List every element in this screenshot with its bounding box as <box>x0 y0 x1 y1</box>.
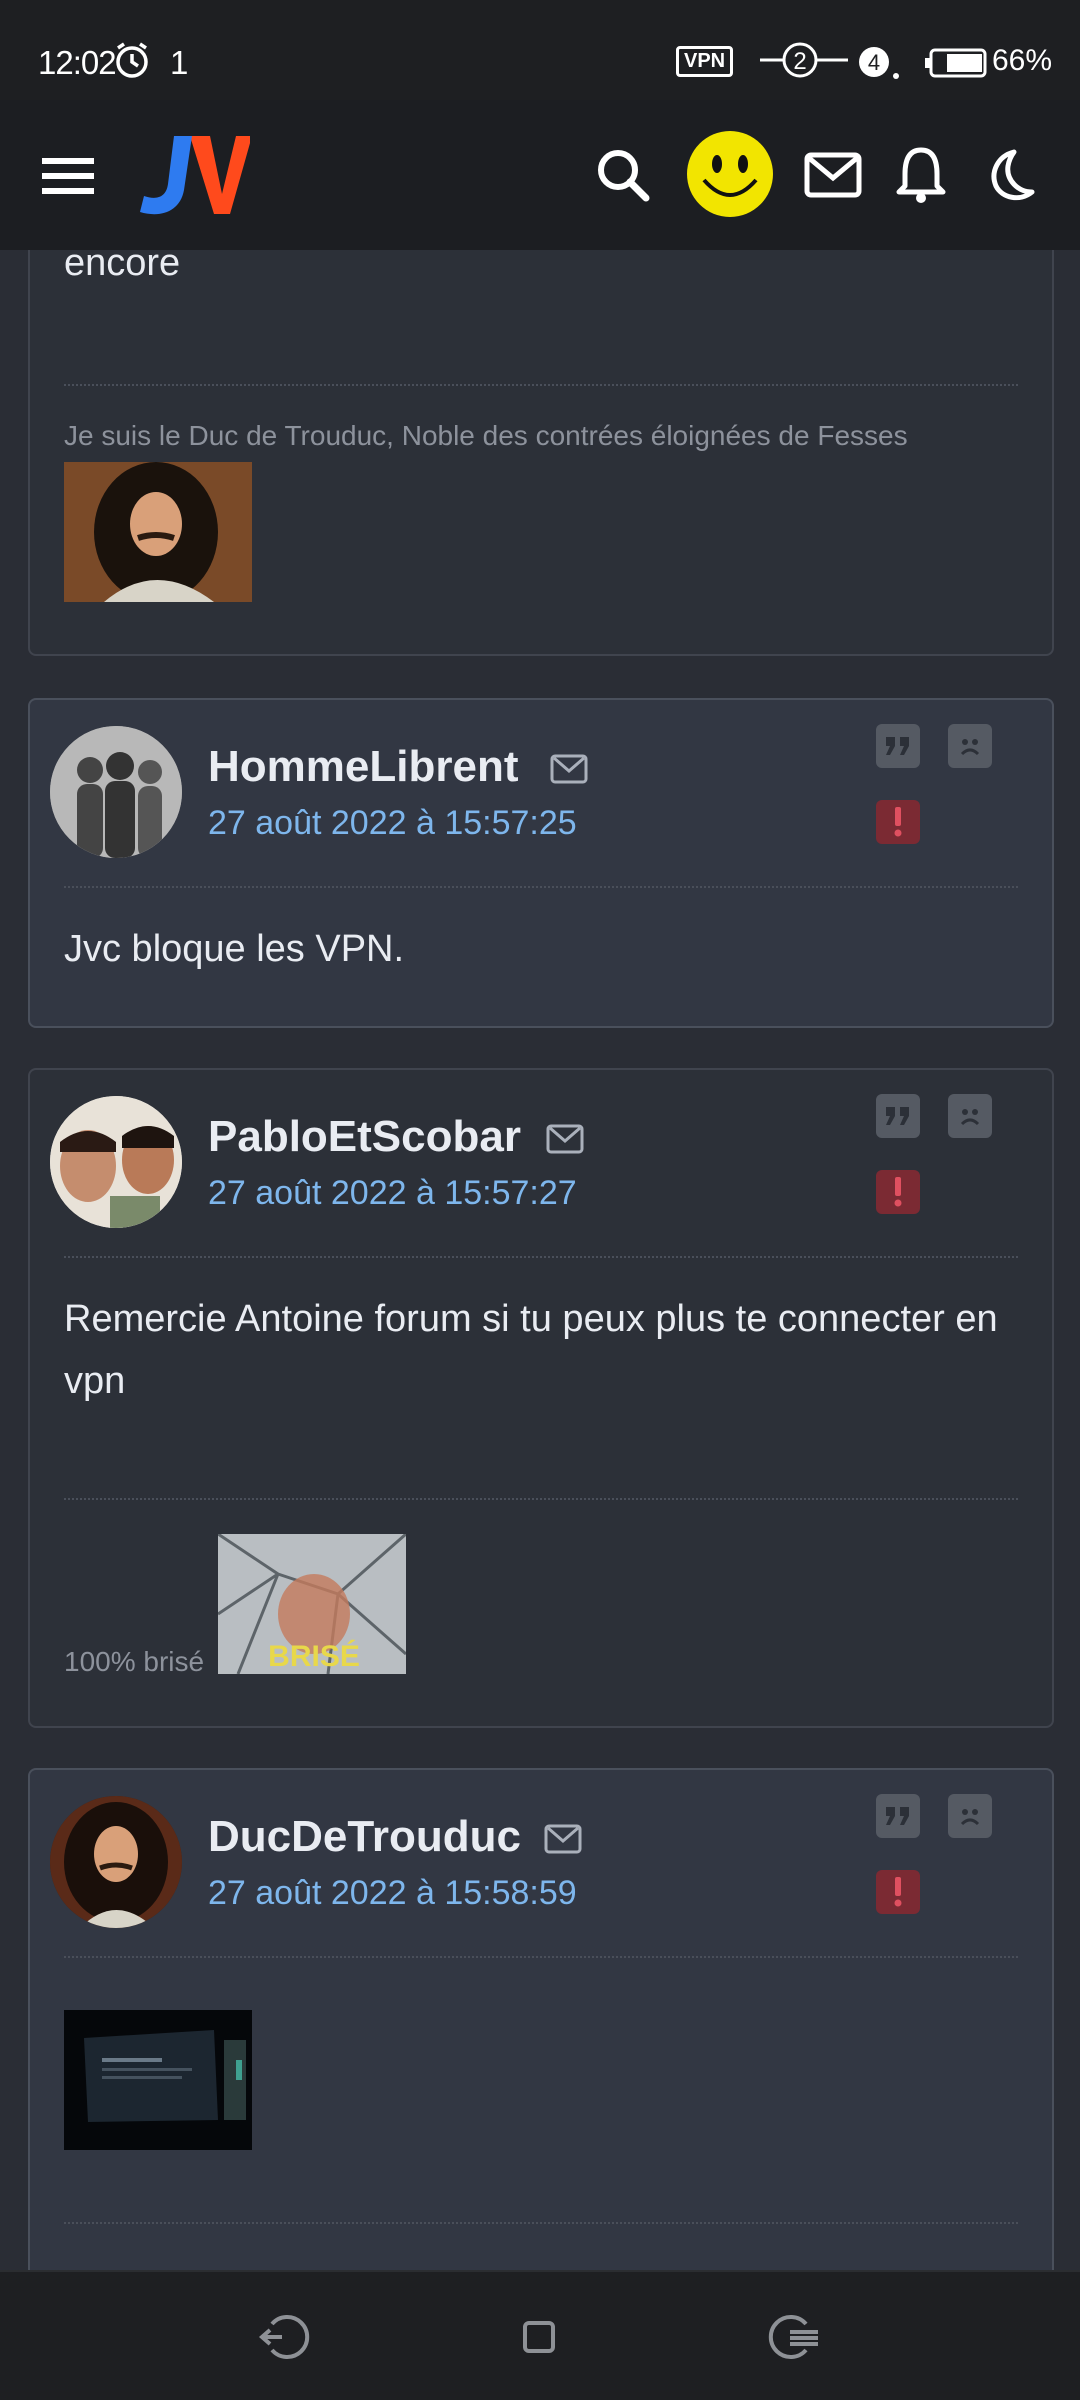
sad-face-icon <box>960 739 980 756</box>
report-button[interactable] <box>876 1870 920 1914</box>
header-divider <box>64 1956 1018 1958</box>
username[interactable]: HommeLibrent <box>208 742 518 792</box>
mail-icon[interactable] <box>804 152 862 198</box>
quote-button[interactable] <box>876 724 920 768</box>
alert-icon <box>894 807 902 837</box>
avatar[interactable] <box>50 1796 182 1928</box>
quote-button[interactable] <box>876 1794 920 1838</box>
signal-icon: 4 <box>859 47 899 79</box>
back-icon[interactable] <box>258 2312 314 2362</box>
alarm-icon <box>116 42 148 78</box>
report-button[interactable] <box>876 800 920 844</box>
battery-icon <box>925 48 987 78</box>
signature-text: 100% brisé <box>64 1646 205 1677</box>
message-text: Jvc bloque les VPN. <box>64 928 405 970</box>
message-date[interactable]: 27 août 2022 à 15:57:25 <box>208 804 577 843</box>
quote-icon <box>886 1107 909 1125</box>
sim-slot-number: 2 <box>793 48 806 75</box>
status-bar: 12:02 1 VPN 2 4 66% <box>0 0 1080 100</box>
broken-glass-caption: BRISÉ <box>268 1639 360 1673</box>
message-card: encore Je suis le Duc de Trouduc, Noble … <box>28 250 1054 656</box>
report-button[interactable] <box>876 1170 920 1214</box>
sim-slot-icon: 2 <box>760 42 848 78</box>
signal-number: 4 <box>868 50 880 75</box>
signature-image[interactable]: BRISÉ <box>218 1534 406 1674</box>
message-card: DucDeTrouduc 27 août 2022 à 15:58:59 <box>28 1768 1054 2270</box>
ignore-button[interactable] <box>948 724 992 768</box>
status-time: 12:02 <box>38 44 117 81</box>
message-date[interactable]: 27 août 2022 à 15:57:27 <box>208 1174 577 1213</box>
broken-glass-image: BRISÉ <box>218 1534 406 1674</box>
avatar-image <box>50 726 182 858</box>
quote-button[interactable] <box>876 1094 920 1138</box>
quote-icon <box>886 1807 909 1825</box>
vpn-badge: VPN <box>676 46 734 77</box>
topic-messages[interactable]: encore Je suis le Duc de Trouduc, Noble … <box>0 250 1080 2270</box>
avatar-image <box>50 1796 182 1928</box>
username[interactable]: PabloEtScobar <box>208 1112 521 1162</box>
moon-icon[interactable] <box>984 148 1036 202</box>
message-date[interactable]: 27 août 2022 à 15:58:59 <box>208 1874 577 1913</box>
ignore-button[interactable] <box>948 1094 992 1138</box>
alert-icon <box>894 1877 902 1907</box>
avatar[interactable] <box>50 1096 182 1228</box>
avatar-image <box>50 1096 182 1228</box>
signature-image[interactable] <box>64 462 252 602</box>
avatar[interactable] <box>50 726 182 858</box>
system-navigation-bar <box>0 2270 1080 2400</box>
message-text: encore <box>64 250 181 284</box>
recents-icon[interactable] <box>766 2312 822 2362</box>
menu-icon[interactable] <box>42 158 94 194</box>
portrait-image <box>64 462 252 602</box>
ignore-button[interactable] <box>948 1794 992 1838</box>
notification-count: 1 <box>170 44 189 81</box>
bell-icon[interactable] <box>896 146 946 204</box>
jv-logo-graphic <box>140 136 252 215</box>
embedded-image[interactable] <box>64 2010 252 2150</box>
smiley-avatar[interactable] <box>686 130 774 218</box>
mail-icon[interactable] <box>544 1824 582 1854</box>
message-card: HommeLibrent 27 août 2022 à 15:57:25 Jvc… <box>28 698 1054 1028</box>
header-divider <box>64 1256 1018 1258</box>
screen-photo-image <box>64 2010 252 2150</box>
battery-percent: 66% <box>992 44 1053 77</box>
message-card: PabloEtScobar 27 août 2022 à 15:57:27 Re… <box>28 1068 1054 1728</box>
header-divider <box>64 886 1018 888</box>
sad-face-icon <box>960 1809 980 1826</box>
mail-icon[interactable] <box>546 1124 584 1154</box>
home-icon[interactable] <box>522 2320 556 2354</box>
jv-logo[interactable] <box>130 128 252 222</box>
search-icon[interactable] <box>596 148 650 202</box>
sad-face-icon <box>960 1109 980 1126</box>
quote-icon <box>886 737 909 755</box>
signature-divider <box>64 1498 1018 1500</box>
username[interactable]: DucDeTrouduc <box>208 1812 521 1862</box>
top-navigation <box>0 100 1080 250</box>
content-divider <box>64 2222 1018 2224</box>
message-text: Remercie Antoine forum si tu peux plus t… <box>64 1298 998 1402</box>
signature-text: Je suis le Duc de Trouduc, Noble des con… <box>64 420 908 451</box>
mail-icon[interactable] <box>550 754 588 784</box>
signature-divider <box>64 384 1018 386</box>
alert-icon <box>894 1177 902 1207</box>
